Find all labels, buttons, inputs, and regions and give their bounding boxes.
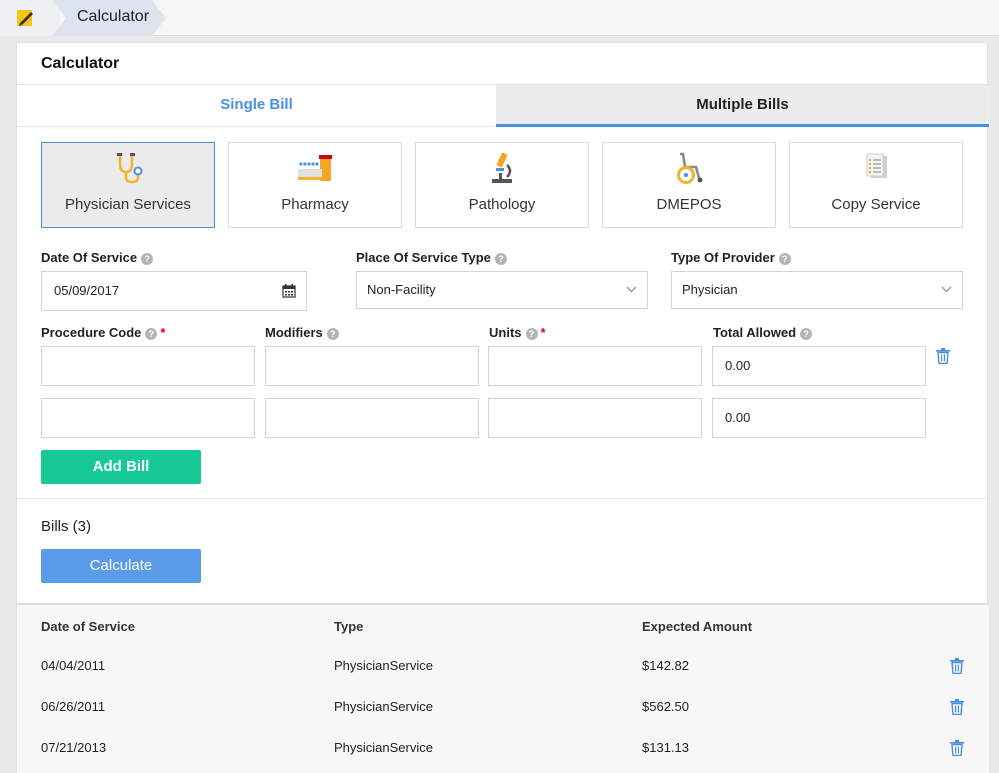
pencil-icon xyxy=(15,8,37,28)
type-of-provider-label: Type Of Provider? xyxy=(671,250,791,265)
help-icon[interactable]: ? xyxy=(526,328,538,340)
trash-icon[interactable] xyxy=(950,658,964,674)
help-icon[interactable]: ? xyxy=(495,253,507,265)
calculator-panel: Calculator Single Bill Multiple Bills Ph… xyxy=(16,42,988,773)
help-icon[interactable]: ? xyxy=(779,253,791,265)
label-text: Total Allowed xyxy=(713,325,796,340)
label-text: Type Of Provider xyxy=(671,250,775,265)
place-of-service-select[interactable]: Non-Facility xyxy=(356,271,648,309)
help-icon[interactable]: ? xyxy=(327,328,339,340)
bill-date: 07/21/2013 xyxy=(41,740,106,755)
trash-icon[interactable] xyxy=(950,699,964,715)
help-icon[interactable]: ? xyxy=(145,328,157,340)
bill-amount: $562.50 xyxy=(642,699,689,714)
card-label: Pathology xyxy=(416,196,588,213)
breadcrumb-current[interactable]: Calculator xyxy=(52,0,166,36)
calculate-button[interactable]: Calculate xyxy=(41,549,201,583)
total-allowed-label: Total Allowed? xyxy=(713,325,812,340)
label-text: Units xyxy=(489,325,522,340)
bill-amount: $131.13 xyxy=(642,740,689,755)
help-icon[interactable]: ? xyxy=(800,328,812,340)
label-text: Place Of Service Type xyxy=(356,250,491,265)
bill-type: PhysicianService xyxy=(334,699,433,714)
bill-date: 06/26/2011 xyxy=(41,699,105,714)
modifiers-input[interactable] xyxy=(265,398,479,438)
bill-date: 04/04/2011 xyxy=(41,658,105,673)
date-of-service-input[interactable]: 05/09/2017 xyxy=(41,271,307,311)
card-copy-service[interactable]: Copy Service xyxy=(789,142,963,228)
chevron-down-icon xyxy=(941,286,952,293)
required-mark: * xyxy=(160,325,165,340)
card-label: Physician Services xyxy=(42,196,214,213)
type-of-provider-select[interactable]: Physician xyxy=(671,271,963,309)
select-value: Physician xyxy=(682,282,738,297)
modifiers-label: Modifiers? xyxy=(265,325,339,340)
card-physician-services[interactable]: Physician Services xyxy=(41,142,215,228)
units-input[interactable] xyxy=(488,398,702,438)
stethoscope-icon xyxy=(111,151,145,185)
tab-multiple-bills[interactable]: Multiple Bills xyxy=(496,85,989,127)
bill-amount: $142.82 xyxy=(642,658,689,673)
chevron-down-icon xyxy=(626,286,637,293)
breadcrumb-home[interactable] xyxy=(0,0,60,36)
total-allowed-input[interactable]: 0.00 xyxy=(712,346,926,386)
label-text: Procedure Code xyxy=(41,325,141,340)
breadcrumb: Calculator xyxy=(0,0,999,36)
page-title: Calculator xyxy=(41,55,119,73)
place-of-service-label: Place Of Service Type? xyxy=(356,250,507,265)
microscope-icon xyxy=(485,151,519,185)
card-dmepos[interactable]: DMEPOS xyxy=(602,142,776,228)
table-row: 06/26/2011 PhysicianService $562.50 xyxy=(17,687,989,728)
label-text: Date Of Service xyxy=(41,250,137,265)
help-icon[interactable]: ? xyxy=(141,253,153,265)
card-pathology[interactable]: Pathology xyxy=(415,142,589,228)
modifiers-input[interactable] xyxy=(265,346,479,386)
divider xyxy=(17,498,989,499)
table-row: 07/21/2013 PhysicianService $131.13 xyxy=(17,728,989,769)
column-header-date: Date of Service xyxy=(41,619,135,634)
card-label: DMEPOS xyxy=(603,196,775,213)
trash-icon[interactable] xyxy=(950,740,964,756)
date-value: 05/09/2017 xyxy=(54,283,119,298)
calendar-icon[interactable] xyxy=(282,284,296,298)
total-allowed-input[interactable]: 0.00 xyxy=(712,398,926,438)
procedure-code-label: Procedure Code?* xyxy=(41,325,165,340)
tabs: Single Bill Multiple Bills xyxy=(17,84,989,127)
breadcrumb-label: Calculator xyxy=(77,8,149,26)
pills-icon xyxy=(296,151,334,185)
document-copy-icon xyxy=(859,151,893,185)
select-value: Non-Facility xyxy=(367,282,436,297)
trash-icon[interactable] xyxy=(936,348,950,364)
wheelchair-icon xyxy=(672,151,706,185)
bill-type: PhysicianService xyxy=(334,740,433,755)
label-text: Modifiers xyxy=(265,325,323,340)
bill-type: PhysicianService xyxy=(334,658,433,673)
units-input[interactable] xyxy=(488,346,702,386)
procedure-code-input[interactable] xyxy=(41,398,255,438)
required-mark: * xyxy=(541,325,546,340)
bills-count: Bills (3) xyxy=(41,518,91,535)
card-pharmacy[interactable]: Pharmacy xyxy=(228,142,402,228)
tab-single-bill[interactable]: Single Bill xyxy=(17,85,496,127)
procedure-code-input[interactable] xyxy=(41,346,255,386)
column-header-type: Type xyxy=(334,619,363,634)
add-bill-button[interactable]: Add Bill xyxy=(41,450,201,484)
card-label: Pharmacy xyxy=(229,196,401,213)
units-label: Units?* xyxy=(489,325,546,340)
table-row: 04/04/2011 PhysicianService $142.82 xyxy=(17,646,989,687)
card-label: Copy Service xyxy=(790,196,962,213)
column-header-amount: Expected Amount xyxy=(642,619,752,634)
bills-table: Date of Service Type Expected Amount 04/… xyxy=(17,603,989,773)
date-of-service-label: Date Of Service? xyxy=(41,250,153,265)
